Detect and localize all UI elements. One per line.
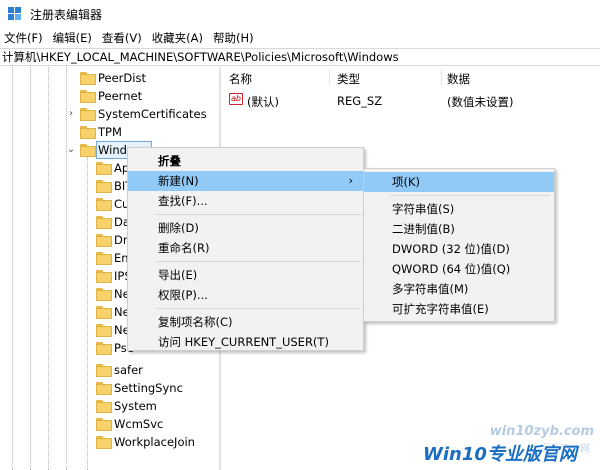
folder-icon: [96, 288, 112, 301]
menu-edit[interactable]: 编辑(E): [49, 30, 98, 46]
collapse-chevron-icon[interactable]: ⌄: [66, 141, 76, 159]
column-header-type[interactable]: 类型: [337, 71, 360, 87]
folder-icon: [96, 364, 112, 377]
folder-icon: [96, 342, 112, 355]
submenu-item-string-value[interactable]: 字符串值(S): [364, 199, 554, 219]
menu-item-delete[interactable]: 删除(D): [128, 218, 363, 238]
folder-icon: [96, 306, 112, 319]
folder-icon: [96, 234, 112, 247]
watermark-brand-logo: Win10专业版官网: [423, 444, 577, 465]
address-bar[interactable]: 计算机\HKEY_LOCAL_MACHINE\SOFTWARE\Policies…: [0, 48, 600, 66]
submenu-item-binary-value[interactable]: 二进制值(B): [364, 219, 554, 239]
menu-item-export[interactable]: 导出(E): [128, 265, 363, 285]
column-divider[interactable]: [329, 69, 330, 85]
folder-icon: [96, 216, 112, 229]
menu-help[interactable]: 帮助(H): [209, 30, 260, 46]
submenu-arrow-icon: ›: [348, 174, 353, 187]
folder-icon: [96, 270, 112, 283]
menu-item-new-label: 新建(N): [158, 174, 199, 188]
column-header-name[interactable]: 名称: [229, 71, 252, 87]
menu-item-new[interactable]: 新建(N) ›: [128, 171, 363, 191]
column-header-data[interactable]: 数据: [447, 71, 470, 87]
folder-icon: [96, 252, 112, 265]
menu-file[interactable]: 文件(F): [0, 30, 49, 46]
menu-separator: [156, 308, 361, 309]
new-submenu: 项(K) 字符串值(S) 二进制值(B) DWORD (32 位)值(D) QW…: [363, 168, 555, 322]
submenu-item-multi-string-value[interactable]: 多字符串值(M): [364, 279, 554, 299]
string-value-icon: ab: [229, 93, 243, 105]
menu-item-copy-key-name[interactable]: 复制项名称(C): [128, 312, 363, 332]
menu-item-find[interactable]: 查找(F)...: [128, 191, 363, 211]
menu-item-collapse[interactable]: 折叠: [128, 151, 363, 171]
folder-icon: [80, 72, 96, 85]
tree-guide-line: [66, 67, 67, 470]
tree-context-menu: 折叠 新建(N) › 查找(F)... 删除(D) 重命名(R) 导出(E) 权…: [127, 147, 364, 351]
folder-icon: [96, 198, 112, 211]
folder-icon: [96, 382, 112, 395]
folder-icon: [80, 144, 96, 157]
menu-item-goto-hkcu[interactable]: 访问 HKEY_CURRENT_USER(T): [128, 332, 363, 352]
menu-bar: 文件(F) 编辑(E) 查看(V) 收藏夹(A) 帮助(H): [0, 28, 600, 48]
regedit-app-icon: [8, 7, 22, 21]
submenu-item-expandable-string-value[interactable]: 可扩充字符串值(E): [364, 299, 554, 319]
menu-separator: [156, 214, 361, 215]
menu-separator: [390, 195, 550, 196]
value-type: REG_SZ: [337, 94, 383, 108]
folder-icon: [80, 126, 96, 139]
value-data: (数值未设置): [447, 95, 514, 109]
submenu-item-dword-value[interactable]: DWORD (32 位)值(D): [364, 239, 554, 259]
window-title: 注册表编辑器: [30, 7, 103, 22]
tree-guide-line: [87, 157, 88, 470]
tree-guide-line: [48, 67, 49, 470]
menu-item-permissions[interactable]: 权限(P)...: [128, 285, 363, 305]
folder-icon: [96, 418, 112, 431]
column-divider[interactable]: [441, 69, 442, 85]
menu-view[interactable]: 查看(V): [98, 30, 148, 46]
folder-icon: [80, 90, 96, 103]
folder-icon: [80, 108, 96, 121]
expand-chevron-icon[interactable]: ›: [66, 105, 76, 123]
menu-item-rename[interactable]: 重命名(R): [128, 238, 363, 258]
folder-icon: [96, 162, 112, 175]
folder-icon: [96, 436, 112, 449]
submenu-item-key[interactable]: 项(K): [364, 172, 554, 192]
folder-icon: [96, 400, 112, 413]
folder-icon: [96, 324, 112, 337]
menu-favorites[interactable]: 收藏夹(A): [148, 30, 209, 46]
tree-guide-line: [30, 67, 31, 470]
folder-icon: [96, 180, 112, 193]
submenu-item-qword-value[interactable]: QWORD (64 位)值(Q): [364, 259, 554, 279]
tree-guide-line: [12, 67, 13, 470]
value-name[interactable]: (默认): [247, 94, 279, 110]
menu-separator: [156, 261, 361, 262]
watermark-site: win10zyb.com: [489, 424, 594, 439]
title-bar[interactable]: 注册表编辑器: [0, 0, 600, 28]
